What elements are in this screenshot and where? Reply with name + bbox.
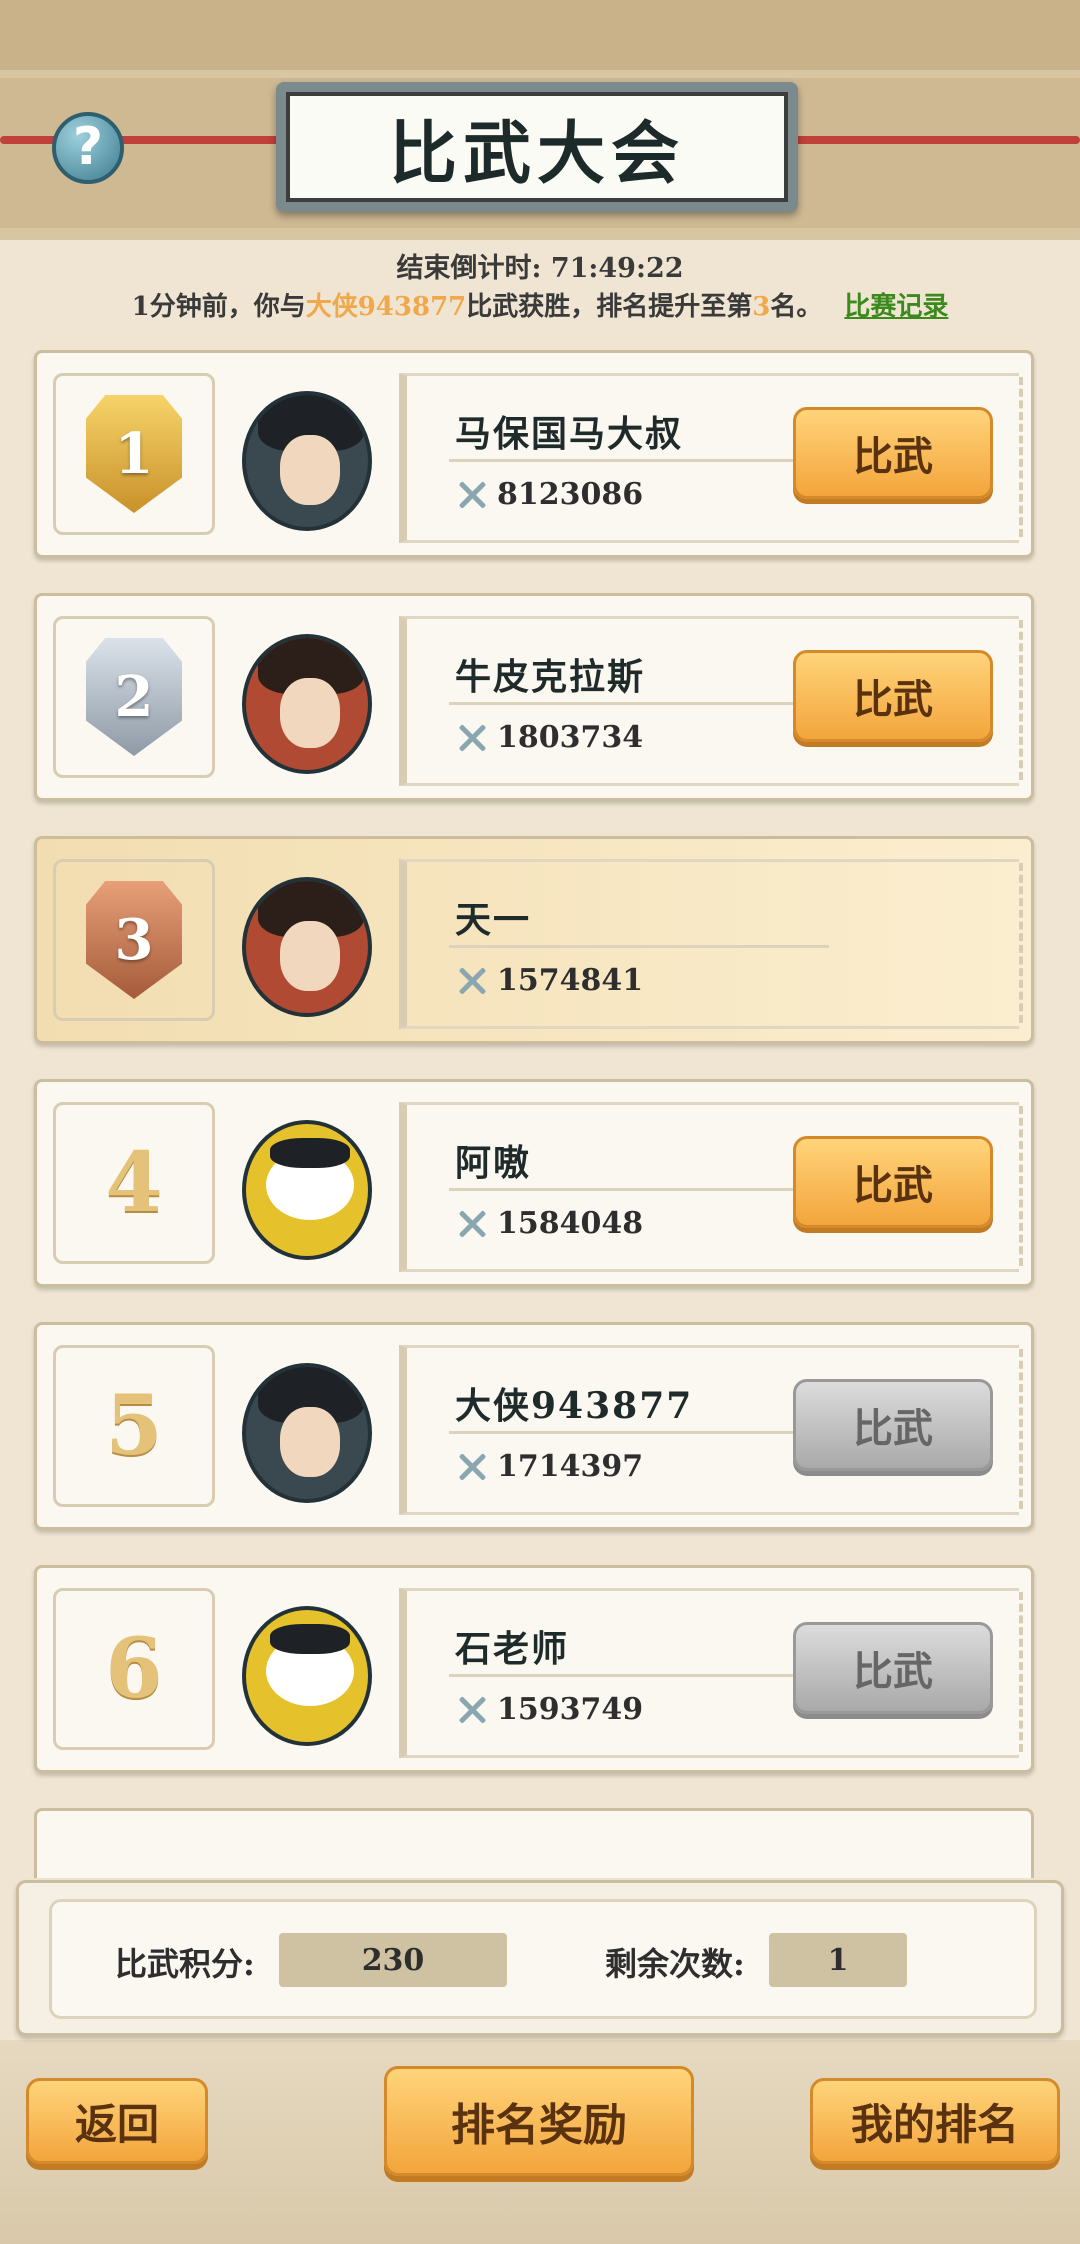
swordsman-avatar [242,391,372,531]
rank-number: 4 [105,1135,163,1231]
remaining-value: 1 [769,1933,907,1987]
player-name: 牛皮克拉斯 [455,656,646,698]
crossed-swords-icon [455,964,489,998]
combat-power: 1593749 [455,1692,643,1727]
crossed-swords-icon [455,1450,489,1484]
challenge-button[interactable]: 比武 [793,650,993,742]
player-name: 阿嗷 [455,1142,532,1184]
rank-box: 6 [53,1588,215,1750]
combat-power: 1803734 [455,720,643,755]
silver-medal-icon: 2 [86,638,182,756]
crossed-swords-icon [455,721,489,755]
countdown-value: 71:49:22 [550,253,684,284]
notice-opponent: 大侠943877 [305,292,467,322]
score-label: 比武积分: [115,1945,255,1983]
remaining-label: 剩余次数: [605,1945,745,1983]
rank-box: 4 [53,1102,215,1264]
rope-left [0,136,300,144]
rank-box: 1 [53,373,215,535]
countdown: 结束倒计时: 71:49:22 [0,246,1080,285]
warrior-avatar [242,634,372,774]
crossed-swords-icon [455,1693,489,1727]
ranking-rewards-button[interactable]: 排名奖励 [384,2066,694,2176]
challenge-button-disabled[interactable]: 比武 [793,1379,993,1471]
rank-box: 3 [53,859,215,1021]
my-ranking-button[interactable]: 我的排名 [810,2078,1060,2164]
swordsman-avatar [242,1363,372,1503]
rank-box: 5 [53,1345,215,1507]
combat-power: 8123086 [455,477,643,512]
combat-power: 1584048 [455,1206,643,1241]
panda-avatar [242,1606,372,1746]
rank-number: 5 [105,1378,163,1474]
notice-middle: 比武获胜，排名提升至第 [466,292,753,322]
rank-box: 2 [53,616,215,778]
player-name: 大侠943877 [455,1385,694,1427]
player-name: 石老师 [455,1628,570,1670]
player-name: 马保国马大叔 [455,413,684,455]
power-value: 1593749 [497,1692,644,1727]
power-value: 1584048 [497,1206,644,1241]
battle-notice: 1分钟前，你与大侠943877比武获胜，排名提升至第3名。 比赛记录 [0,286,1080,323]
countdown-label: 结束倒计时: [396,253,542,284]
gold-medal-icon: 1 [86,395,182,513]
notice-suffix: 名。 [770,292,823,322]
back-button[interactable]: 返回 [26,2078,208,2164]
bronze-medal-icon: 3 [86,881,182,999]
power-value: 8123086 [497,477,644,512]
ranking-row-3-self: 3 天一 1574841 [34,836,1034,1044]
crossed-swords-icon [455,478,489,512]
rope-right [780,136,1080,144]
panda-avatar [242,1120,372,1260]
challenge-button-disabled[interactable]: 比武 [793,1622,993,1714]
crossed-swords-icon [455,1207,489,1241]
challenge-button[interactable]: 比武 [793,1136,993,1228]
ranking-row-1: 1 马保国马大叔 8123086 比武 [34,350,1034,558]
power-value: 1574841 [497,963,644,998]
ranking-row-6: 6 石老师 1593749 比武 [34,1565,1034,1773]
notice-rank: 3 [752,292,771,322]
warrior-avatar [242,877,372,1017]
ranking-row-7-partial [34,1808,1034,1878]
combat-power: 1574841 [455,963,643,998]
stats-panel: 比武积分: 230 剩余次数: 1 [16,1880,1064,2036]
player-name: 天一 [455,899,532,941]
ranking-row-5: 5 大侠943877 1714397 比武 [34,1322,1034,1530]
notice-prefix: 1分钟前，你与 [131,292,306,322]
page-title: 比武大会 [286,92,788,202]
help-icon[interactable]: ? [52,112,124,184]
power-value: 1714397 [497,1449,644,1484]
ranking-row-2: 2 牛皮克拉斯 1803734 比武 [34,593,1034,801]
combat-power: 1714397 [455,1449,643,1484]
power-value: 1803734 [497,720,644,755]
score-value: 230 [279,1933,507,1987]
rank-number: 6 [105,1621,163,1717]
challenge-button[interactable]: 比武 [793,407,993,499]
ranking-row-4: 4 阿嗷 1584048 比武 [34,1079,1034,1287]
match-record-link[interactable]: 比赛记录 [844,292,948,322]
title-plate: 比武大会 [276,82,798,212]
